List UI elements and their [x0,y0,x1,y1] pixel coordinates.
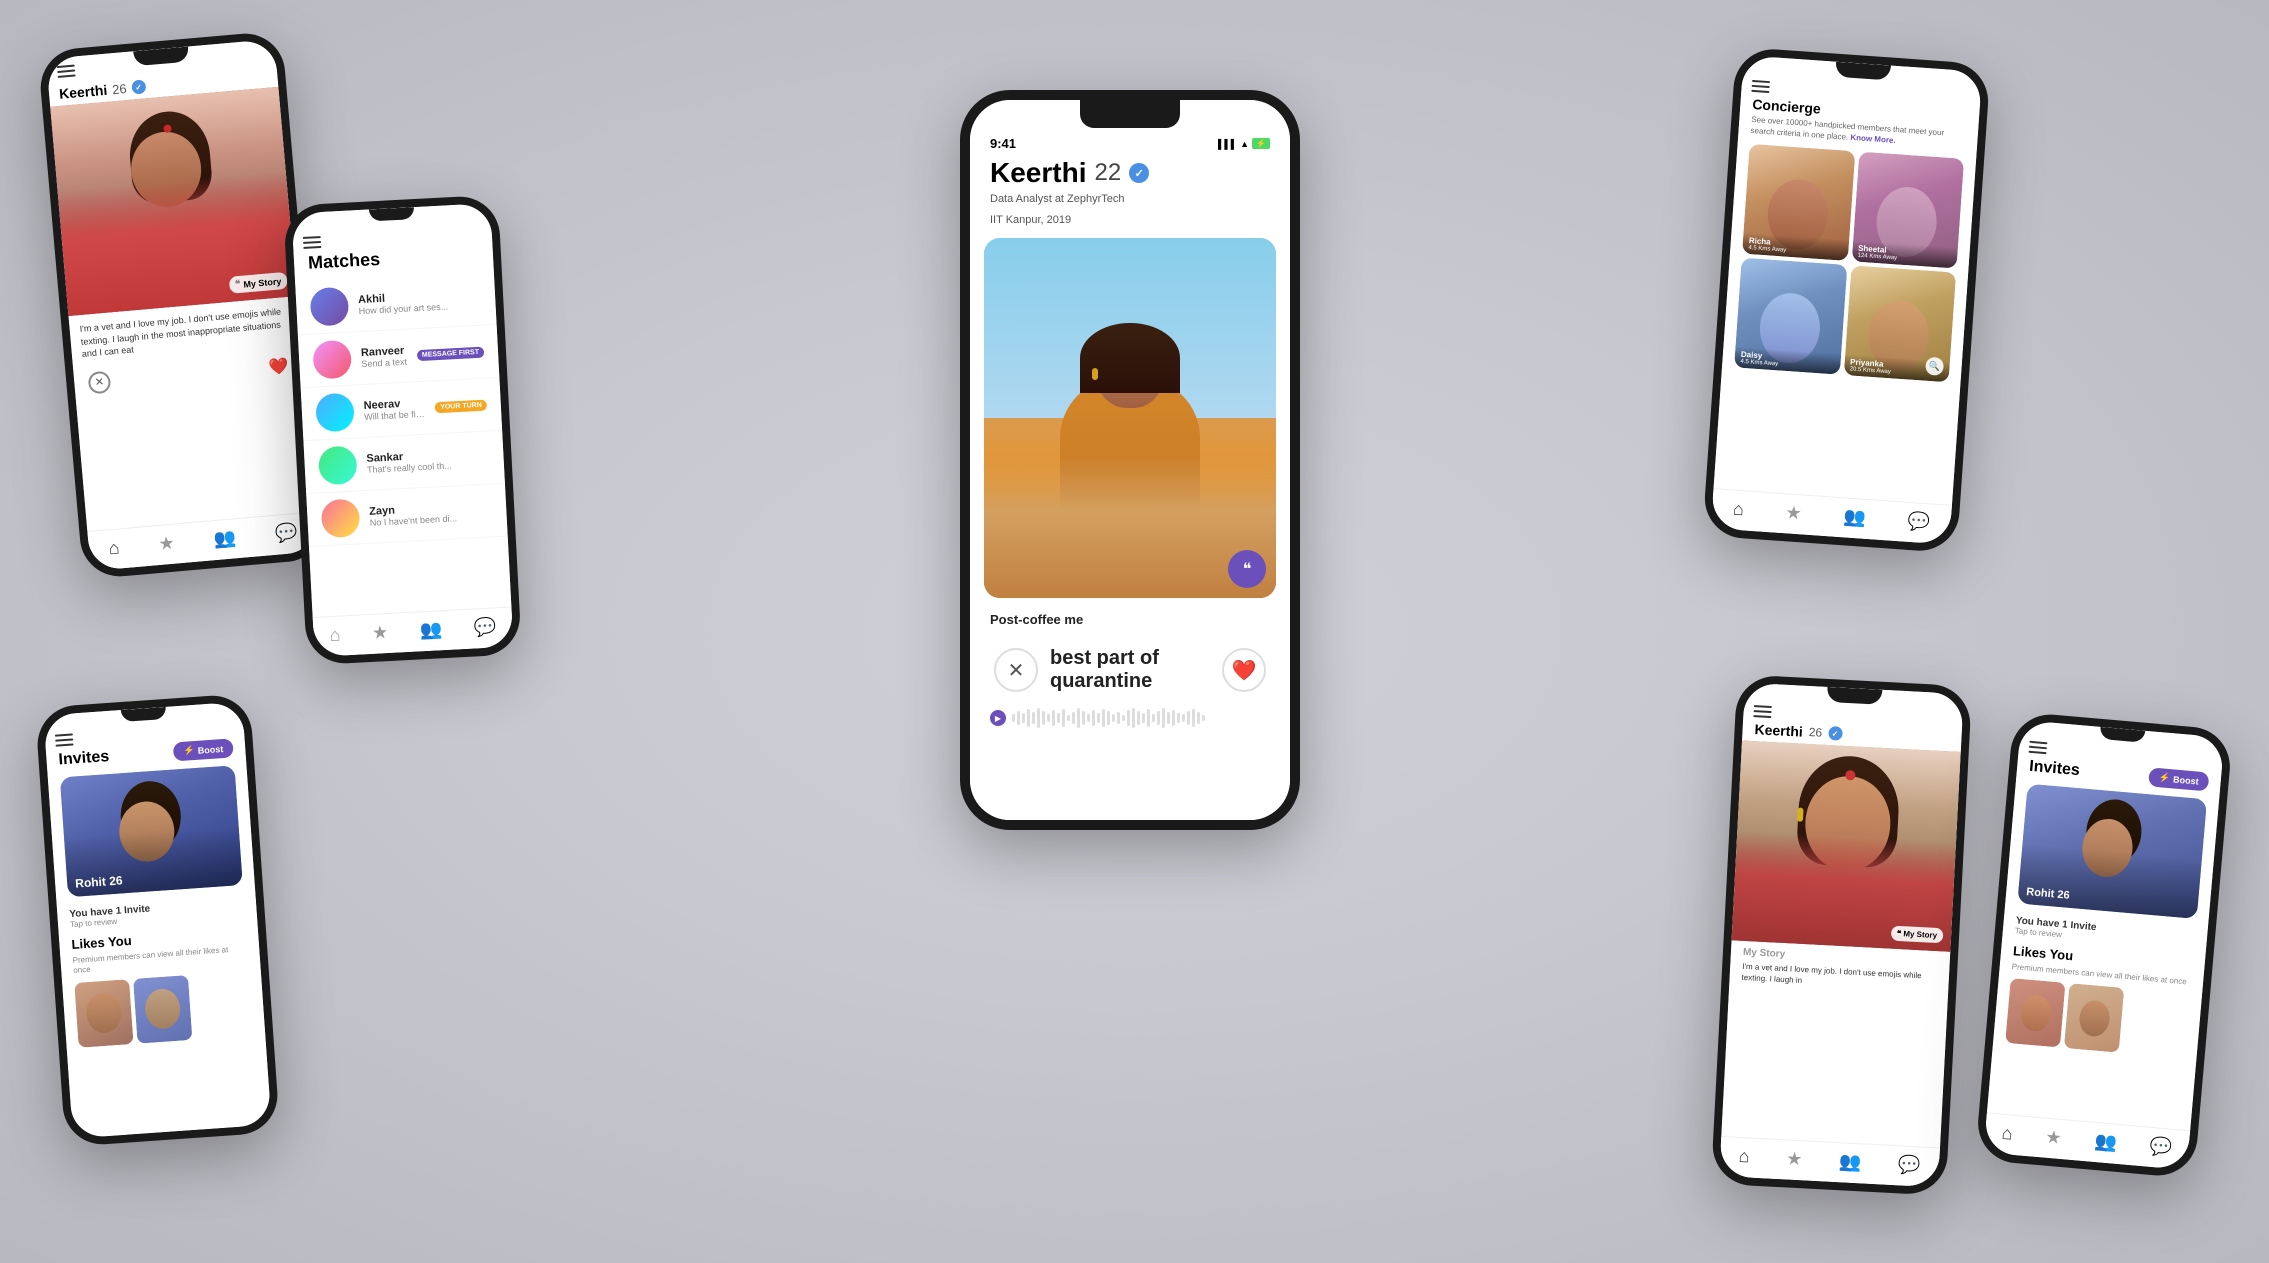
nav-chat-keerthi-br[interactable]: 💬 [1898,1154,1921,1176]
concierge-grid: Richa 4.5 Kms Away Sheetal 124 Kms Away [1722,143,1976,383]
nav-home-matches[interactable]: ⌂ [329,625,341,647]
grid-photo-daisy[interactable]: Daisy 4.5 Kms Away [1734,258,1847,375]
tl-profile-name: Keerthi [58,82,107,102]
battery-icon: ⚡ [1252,138,1270,149]
grid-photo-sheetal[interactable]: Sheetal 124 Kms Away [1851,152,1964,269]
like-tl[interactable]: ❤️ [268,356,290,378]
grid-photo-richa[interactable]: Richa 4.5 Kms Away [1742,144,1855,261]
audio-wave: ▶ [970,703,1290,733]
nav-bar-matches: ⌂ ★ 👥 💬 [313,607,514,657]
avatar-ranveer [312,340,352,380]
dislike-tl[interactable]: ✕ [88,370,112,394]
phone-matches: Matches Akhil How did your art ses... Ra… [283,195,522,666]
swipe-row: ✕ best part of quarantine ❤️ [970,637,1290,703]
nav-star-invites-right[interactable]: ★ [2045,1127,2063,1149]
swipe-text: best part of quarantine [1038,647,1222,693]
badge-message-first: MESSAGE FIRST [417,346,485,361]
nav-star-keerthi-br[interactable]: ★ [1786,1148,1803,1170]
avatar-zayn [321,498,361,538]
nav-match-tl[interactable]: 👥 [213,527,237,550]
like-button[interactable]: ❤️ [1222,648,1266,692]
likes-photos-right [2005,978,2190,1058]
dislike-button[interactable]: ✕ [994,648,1038,692]
nav-star-matches[interactable]: ★ [372,622,389,644]
nav-home-tl[interactable]: ⌂ [108,537,121,559]
phone-keerthi-br: Keerthi 26 ✓ ❝ My Story My Story I'm a v… [1711,674,1972,1196]
tl-profile-photo: ❝ My Story [50,87,296,316]
like-photo-1-right [2005,978,2065,1048]
nav-home-keerthi-br[interactable]: ⌂ [1738,1146,1750,1168]
boost-button-left[interactable]: ⚡Boost [173,738,234,761]
nav-home-concierge[interactable]: ⌂ [1732,499,1744,521]
verified-badge-tl: ✓ [131,79,146,94]
match-item-zayn[interactable]: Zayn No I have'nt been di... [306,484,508,547]
invites-title-right: Invites [2029,757,2081,779]
verified-badge-center: ✓ [1129,163,1149,183]
nav-match-concierge[interactable]: 👥 [1843,506,1867,529]
center-profile-photo[interactable]: ❝ [984,238,1276,598]
signal-icon: ▌▌▌ [1218,139,1237,149]
like-photo-2-left [133,975,192,1044]
phone-center: 9:41 ▌▌▌ ▲ ⚡ Keerthi 22 ✓ Data Analyst a… [960,90,1300,830]
nav-chat-concierge[interactable]: 💬 [1907,511,1931,534]
nav-bar-concierge: ⌂ ★ 👥 💬 [1711,488,1952,545]
verified-badge-keerthi-br: ✓ [1828,726,1843,741]
nav-match-invites-right[interactable]: 👥 [2094,1131,2118,1154]
nav-match-keerthi-br[interactable]: 👥 [1839,1151,1862,1173]
phone-invites-right: Invites ⚡Boost Rohit 26 You have 1 Invit… [1975,711,2233,1178]
phone-top-left: Keerthi 26 ✓ ❝ My Story I'm a vet and I … [37,30,327,579]
tl-profile-age: 26 [112,81,128,97]
invite-card-left[interactable]: Rohit 26 [60,765,243,897]
avatar-sankar [318,445,358,485]
wifi-icon: ▲ [1240,139,1249,149]
nav-match-matches[interactable]: 👥 [419,619,442,641]
likes-section-right: Likes You Premium members can view all t… [1993,938,2206,1064]
match-preview-ranveer: Send a text [361,357,407,369]
invites-title-left: Invites [58,747,110,768]
notch-center [1080,100,1180,128]
keerthi-br-story-badge: ❝ My Story [1890,926,1943,944]
boost-button-right[interactable]: ⚡Boost [2148,767,2209,791]
avatar-akhil [309,287,349,327]
likes-photos-left [74,971,253,1048]
phone-invites-left: Invites ⚡Boost Rohit 26 You have 1 Invit… [35,693,280,1147]
grid-photo-priyanka[interactable]: Priyanka 20.5 Kms Away 🔍 [1843,266,1956,383]
time-center: 9:41 [990,136,1016,151]
center-education: IIT Kanpur, 2019 [970,210,1290,231]
like-photo-1-left [74,979,133,1048]
avatar-neerav [315,393,355,433]
like-photo-2-right [2064,984,2124,1054]
nav-bar-keerthi-br: ⌂ ★ 👥 💬 [1719,1136,1940,1187]
nav-star-concierge[interactable]: ★ [1785,502,1803,524]
nav-bar-invites-right: ⌂ ★ 👥 💬 [1983,1112,2190,1170]
nav-star-tl[interactable]: ★ [158,533,176,555]
nav-chat-invites-right[interactable]: 💬 [2149,1136,2173,1159]
center-profile-name: Keerthi 22 ✓ [970,157,1290,189]
nav-chat-matches[interactable]: 💬 [474,616,497,638]
keerthi-br-photo: ❝ My Story [1732,741,1961,952]
invite-card-right[interactable]: Rohit 26 [2017,784,2207,919]
phone-concierge: Concierge See over 10000+ handpicked mem… [1702,47,1991,554]
status-icons-center: ▌▌▌ ▲ ⚡ [1218,138,1270,149]
center-age: 22 [1094,159,1121,187]
nav-home-invites-right[interactable]: ⌂ [2001,1123,2014,1145]
center-job: Data Analyst at ZephyrTech [970,189,1290,210]
badge-your-turn: YOUR TURN [435,399,487,413]
nav-bar-tl: ⌂ ★ 👥 💬 [87,511,319,571]
match-preview-neerav: Will that be fine? [364,409,426,422]
likes-section-left: Likes You Premium members can view all t… [59,920,266,1052]
quote-button-center[interactable]: ❝ [1228,550,1266,588]
nav-chat-tl[interactable]: 💬 [274,522,298,545]
photo-caption: Post-coffee me [970,606,1290,633]
